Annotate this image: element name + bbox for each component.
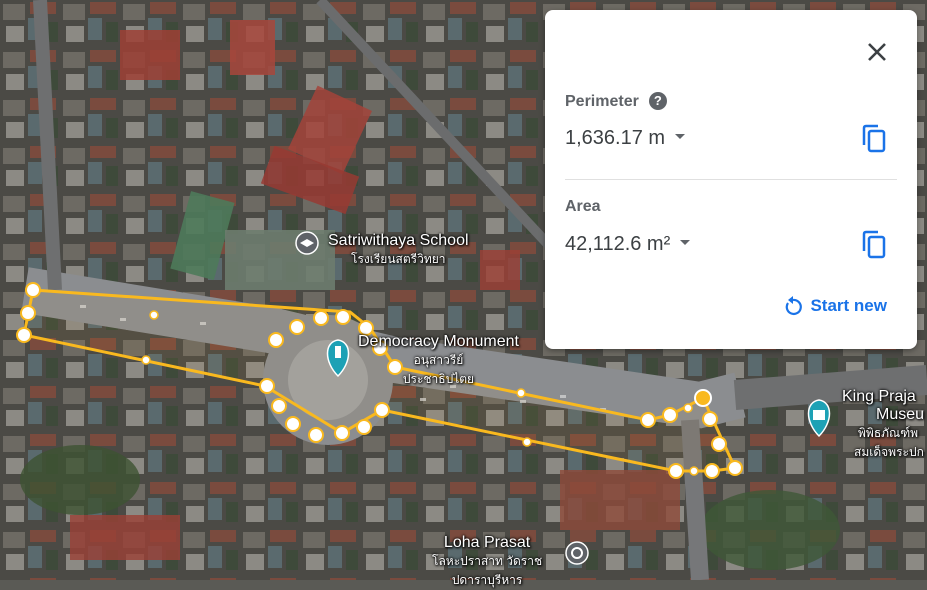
- school-pin-icon[interactable]: [295, 231, 319, 255]
- start-new-button[interactable]: Start new: [784, 296, 887, 316]
- area-value-dropdown[interactable]: 42,112.6 m²: [565, 233, 691, 256]
- copy-perimeter-button[interactable]: [861, 124, 887, 154]
- temple-pin-icon[interactable]: [565, 541, 589, 565]
- measure-active-vertex[interactable]: [694, 389, 712, 407]
- measure-distance-panel: Perimeter? 1,636.17 m Area 42,112.6 m² S…: [545, 10, 917, 349]
- label-king-prajadhipok-museum[interactable]: King Praja Museu พิพิธภัณฑ์พ สมเด็จพระปก: [842, 388, 924, 462]
- divider: [565, 179, 897, 180]
- perimeter-label: Perimeter?: [565, 92, 667, 111]
- help-icon[interactable]: ?: [648, 92, 667, 110]
- label-loha-prasat[interactable]: Loha Prasat โลหะปราสาท วัดราช ปดาราบุรีห…: [432, 534, 542, 590]
- copy-area-button[interactable]: [861, 230, 887, 260]
- restart-icon: [786, 296, 803, 316]
- copy-icon: [862, 230, 886, 259]
- copy-icon: [862, 124, 886, 153]
- label-democracy-monument[interactable]: Democracy Monument อนุสาวรีย์ ประชาธิปไต…: [358, 333, 519, 389]
- label-satriwithaya-school[interactable]: Satriwithaya School โรงเรียนสตรีวิทยา: [328, 232, 469, 269]
- close-icon[interactable]: [863, 38, 891, 66]
- perimeter-value-dropdown[interactable]: 1,636.17 m: [565, 127, 686, 150]
- dropdown-caret-icon: [675, 134, 686, 140]
- area-label: Area: [565, 198, 601, 215]
- dropdown-caret-icon: [680, 240, 691, 246]
